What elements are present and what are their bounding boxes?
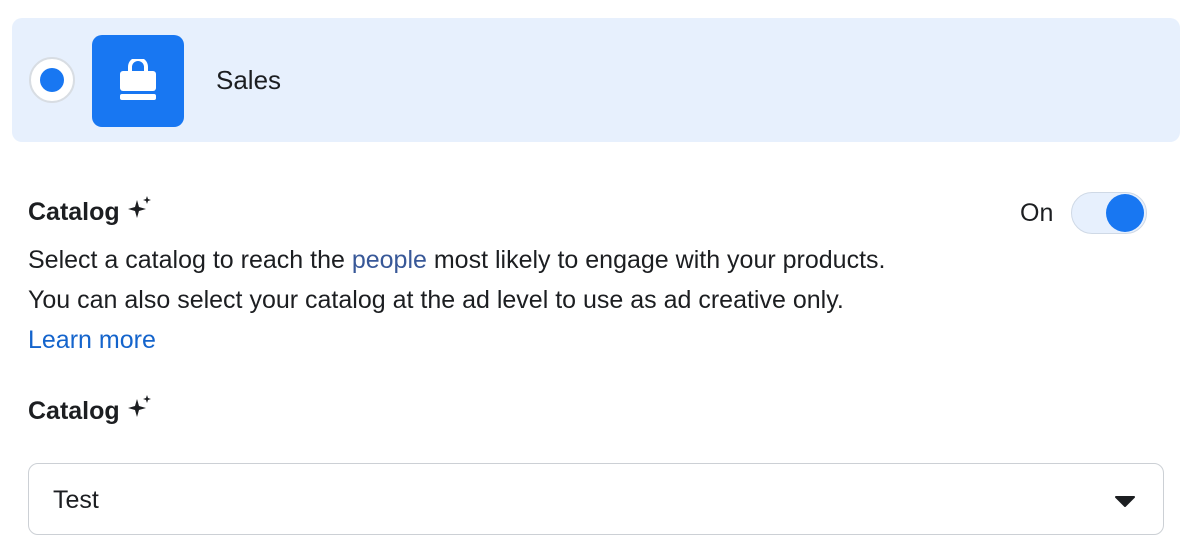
sparkle-icon xyxy=(127,395,152,426)
catalog-toggle[interactable] xyxy=(1071,192,1148,234)
catalog-description: Select a catalog to reach the people mos… xyxy=(28,240,1028,320)
description-text-part2: most likely to engage with your products… xyxy=(426,246,886,274)
catalog-section-title: Catalog xyxy=(28,196,152,227)
radio-selected-dot xyxy=(40,68,64,92)
people-link[interactable]: people xyxy=(352,246,427,274)
toggle-knob xyxy=(1106,194,1145,232)
sparkle-icon xyxy=(127,196,152,227)
learn-more-link[interactable]: Learn more xyxy=(28,320,156,360)
catalog-select[interactable]: Test xyxy=(28,463,1164,535)
toggle-state-label: On xyxy=(1020,199,1054,227)
objective-option-sales[interactable]: Sales xyxy=(12,18,1180,142)
shopping-bag-icon xyxy=(120,59,156,100)
objective-radio[interactable] xyxy=(29,57,75,103)
caret-down-icon xyxy=(1115,495,1135,513)
catalog-field-label: Catalog xyxy=(28,395,152,426)
catalog-section-title-text: Catalog xyxy=(28,197,120,226)
objective-icon-tile xyxy=(92,35,184,127)
catalog-field-label-text: Catalog xyxy=(28,396,120,425)
catalog-toggle-row: On xyxy=(1020,192,1148,234)
description-text-line2: You can also select your catalog at the … xyxy=(28,286,844,314)
objective-label: Sales xyxy=(216,65,282,95)
description-text-part1: Select a catalog to reach the xyxy=(28,246,352,274)
catalog-select-value: Test xyxy=(53,486,99,514)
